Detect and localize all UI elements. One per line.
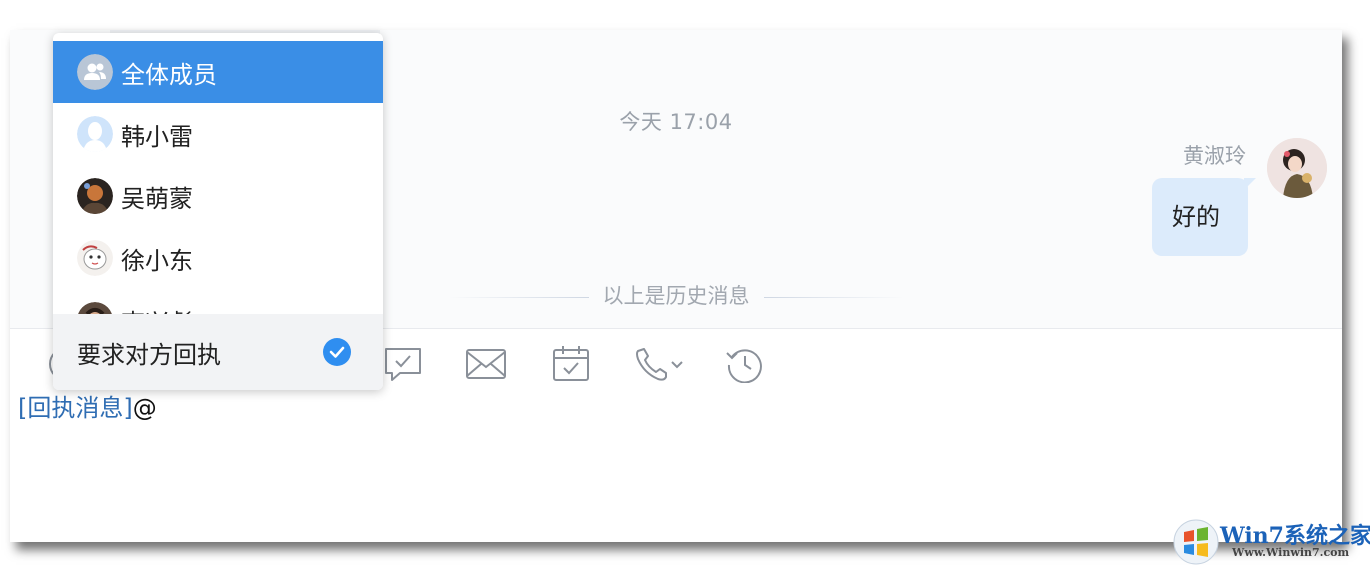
member-name: 韩小雷 xyxy=(121,122,193,151)
sender-name: 黄淑玲 xyxy=(1183,144,1246,168)
member-item[interactable]: 吴萌蒙 xyxy=(53,165,383,227)
require-receipt-label: 要求对方回执 xyxy=(77,340,221,369)
avatar-cartoon xyxy=(77,240,113,276)
composer-text[interactable]: [回执消息]@ xyxy=(18,391,157,425)
member-item-all[interactable]: 全体成员 xyxy=(53,41,383,103)
member-item[interactable]: 韩小雷 xyxy=(53,103,383,165)
calendar-icon[interactable] xyxy=(550,345,592,383)
windows-logo-icon xyxy=(1172,518,1220,566)
require-receipt-option[interactable]: 要求对方回执 xyxy=(53,314,383,390)
watermark-url: Www.Winwin7.com xyxy=(1232,546,1350,559)
history-icon[interactable] xyxy=(724,345,766,384)
avatar-photo xyxy=(77,178,113,214)
receipt-message-icon[interactable] xyxy=(382,345,424,383)
member-name: 吴萌蒙 xyxy=(121,184,193,213)
phone-dropdown-icon[interactable] xyxy=(632,345,684,383)
separator-line-left xyxy=(448,296,589,298)
member-name: 全体成员 xyxy=(121,60,217,89)
mail-icon[interactable] xyxy=(465,345,507,383)
typed-text: @ xyxy=(132,394,157,422)
message-text: 好的 xyxy=(1172,203,1220,231)
mention-dropdown[interactable]: 全体成员 韩小雷 吴萌蒙 徐小东 要求对方回执 xyxy=(53,33,383,390)
checkmark-icon[interactable] xyxy=(323,338,351,366)
history-separator-label: 以上是历史消息 xyxy=(602,284,750,308)
member-name: 李兴彪 xyxy=(121,303,193,315)
member-name: 徐小东 xyxy=(121,246,193,275)
member-item[interactable]: 徐小东 xyxy=(53,227,383,289)
site-watermark: Win7系统之家 Www.Winwin7.com xyxy=(1170,516,1370,570)
avatar-photo xyxy=(77,302,113,314)
separator-line-right xyxy=(763,296,904,298)
group-icon xyxy=(77,54,113,90)
avatar-default xyxy=(77,116,113,152)
sender-avatar[interactable] xyxy=(1267,138,1327,198)
member-item[interactable]: 李兴彪 xyxy=(53,289,383,314)
receipt-tag: [回执消息] xyxy=(18,394,133,422)
member-list[interactable]: 全体成员 韩小雷 吴萌蒙 徐小东 xyxy=(53,33,383,314)
message-bubble[interactable]: 好的 xyxy=(1152,178,1256,256)
bubble-tail xyxy=(1244,178,1256,190)
